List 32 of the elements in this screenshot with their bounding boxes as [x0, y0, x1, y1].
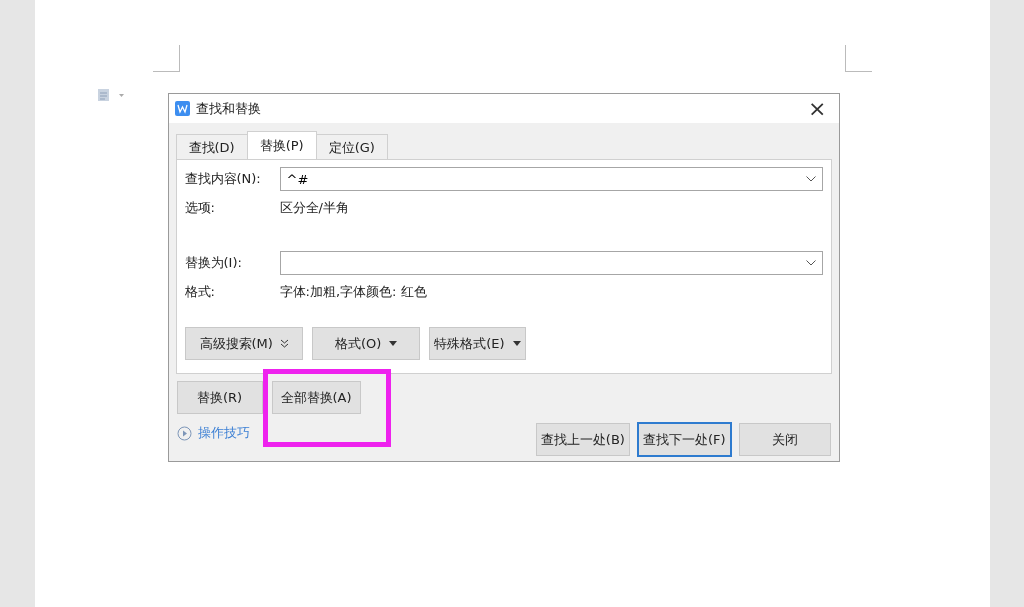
page-corner-mark: [844, 45, 872, 72]
tips-link[interactable]: 操作技巧: [176, 424, 361, 442]
chevron-icon: [805, 176, 816, 182]
nav-button[interactable]: 关闭: [738, 423, 831, 456]
nav-button[interactable]: 查找上一处(B): [535, 423, 630, 456]
caret-icon: [512, 341, 521, 346]
page-corner-mark: [152, 45, 180, 72]
document-icon: [96, 88, 127, 102]
double-caret-icon: [280, 339, 288, 348]
caret-icon: [389, 341, 398, 346]
option-label: 选项:: [184, 199, 216, 217]
option-value: 区分全/半角: [279, 199, 350, 217]
dropdown-button[interactable]: 特殊格式(E): [429, 327, 526, 360]
window-title: 查找和替换: [195, 99, 262, 118]
play-circle-icon: [176, 425, 192, 441]
replace-button[interactable]: 替换(R): [176, 381, 263, 414]
tab[interactable]: 定位(G): [315, 134, 388, 159]
field-label: 查找内容(N):: [184, 170, 262, 188]
replace-field[interactable]: [279, 251, 823, 275]
tab[interactable]: 查找(D): [175, 134, 248, 159]
dropdown-button[interactable]: 高级搜索(M): [184, 327, 303, 360]
format-value: 字体:加粗,字体颜色: 红色: [279, 283, 428, 301]
format-label: 格式:: [184, 283, 216, 301]
app-logo-icon: [174, 101, 190, 116]
dropdown-button[interactable]: 格式(O): [311, 327, 421, 360]
nav-button[interactable]: 查找下一处(F): [637, 423, 731, 456]
tab[interactable]: 替换(P): [246, 131, 317, 159]
find-field[interactable]: ^#: [279, 167, 823, 191]
close-button[interactable]: ×: [802, 97, 833, 120]
replace-button[interactable]: 全部替换(A): [271, 381, 361, 414]
field-label: 替换为(I):: [184, 254, 243, 272]
chevron-icon: [805, 260, 816, 266]
